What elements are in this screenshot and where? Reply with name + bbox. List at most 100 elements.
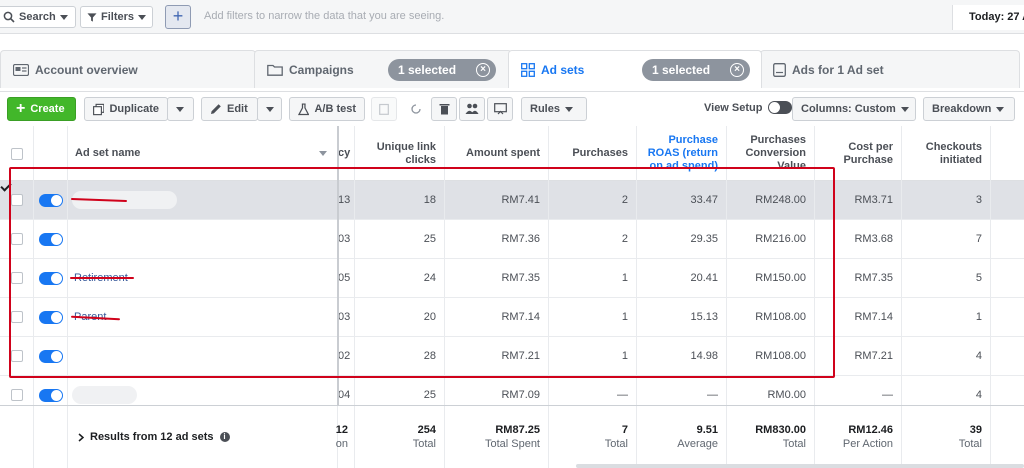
chevron-down-icon [266,106,274,112]
refresh-button[interactable] [403,97,429,121]
cell-value: 25 [423,233,436,245]
select-all-checkbox[interactable] [10,147,23,160]
edit-button[interactable]: Edit [201,97,258,121]
select-all-cell [0,126,34,181]
cell-value: 20.41 [690,272,718,284]
campaigns-selected-pill[interactable]: 1 selected × [388,59,496,81]
row-checkbox[interactable] [10,233,23,245]
row-checkbox[interactable] [10,272,23,284]
header-name[interactable]: Ad set name [68,126,338,181]
create-label: Create [30,103,65,115]
cell-value: 15.13 [690,311,718,323]
ad-set-name-cell[interactable] [68,220,338,258]
view-setup-toggle[interactable] [768,101,793,114]
totals-roas: 9.51 Average [637,406,727,468]
redacted-name [72,386,137,404]
row-checkbox[interactable] [10,389,23,401]
header-frequency[interactable]: cy [338,126,355,181]
rules-button[interactable]: Rules [521,97,587,121]
duplicate-button[interactable]: Duplicate [84,97,168,121]
columns-button[interactable]: Columns: Custom [792,97,916,121]
cell-value: RM7.35 [501,272,540,284]
cell-roas: 14.98 [637,337,727,375]
cell-roas: 20.41 [637,259,727,297]
table-row[interactable]: 02 28 RM7.21 1 14.98 RM108.00 RM7.21 4 [0,337,1024,376]
ad-set-toggle[interactable] [38,271,63,285]
header-checkouts[interactable]: Checkouts initiated [902,126,991,181]
horizontal-scrollbar[interactable] [576,464,1024,468]
delete-button[interactable] [431,97,457,121]
cell-value: 4 [975,389,982,401]
cell-value: — [707,389,718,401]
chevron-down-icon [900,106,909,112]
table-row[interactable]: Retirement0524RM7.35120.41RM150.00RM7.35… [0,259,1024,298]
ad-sets-selected-pill[interactable]: 1 selected × [642,59,750,81]
breakdown-button[interactable]: Breakdown [923,97,1015,121]
flask-icon [298,102,310,115]
cell-freq: 02 [338,337,355,375]
cell-purchases: 2 [549,220,637,258]
total-caption: Average [677,438,718,450]
clipboard-button[interactable] [371,97,397,121]
header-unique-link-clicks[interactable]: Unique link clicks [355,126,445,181]
cell-value: RM216.00 [755,233,806,245]
table-header: Ad set name cy Unique link clicks Amount… [0,126,1024,181]
rules-label: Rules [530,103,560,115]
cell-value: 5 [975,272,982,284]
view-setup[interactable]: View Setup [704,101,793,114]
tab-campaigns[interactable]: Campaigns 1 selected × [254,50,512,88]
filters-button[interactable]: Filters [80,6,153,28]
tab-ads[interactable]: Ads for 1 Ad set [760,50,1020,88]
filter-hint: Add filters to narrow the data that you … [204,10,445,22]
search-button[interactable]: Search [0,6,76,28]
header-purchase-roas[interactable]: Purchase ROAS (return on ad spend) [637,126,727,181]
audience-button[interactable] [459,97,485,121]
cell-value: 14.98 [690,350,718,362]
header-amount-spent[interactable]: Amount spent [445,126,549,181]
edit-dropdown-button[interactable] [257,97,282,121]
cell-value: 3 [975,194,982,206]
totals-empty [34,406,68,468]
ad-set-toggle[interactable] [38,388,63,402]
close-icon[interactable]: × [730,63,744,77]
row-toggle-cell [34,220,68,258]
table-row[interactable]: 03 25 RM7.36 2 29.35 RM216.00 RM3.68 7 [0,220,1024,259]
create-button[interactable]: + Create [7,97,76,121]
row-checkbox[interactable] [10,311,23,323]
ad-set-toggle[interactable] [38,310,63,324]
row-checkbox[interactable] [10,350,23,362]
header-purchases[interactable]: Purchases [549,126,637,181]
chevron-down-icon [176,106,184,112]
preview-button[interactable] [487,97,513,121]
ab-test-label: A/B test [314,103,356,115]
tab-account-overview[interactable]: Account overview [0,50,256,88]
cell-value: 24 [423,272,436,284]
cell-value: 13 [338,194,351,206]
cell-spent: RM7.41 [445,181,549,219]
close-icon[interactable]: × [476,63,490,77]
ad-set-name-cell[interactable] [68,337,338,375]
date-range-button[interactable]: Today: 27 A [952,5,1024,30]
add-filter-button[interactable]: + [165,5,191,29]
toggle-header [34,126,68,181]
header-conversion-value[interactable]: Purchases Conversion Value [727,126,815,181]
chevron-down-icon [138,14,146,20]
row-checkbox[interactable] [10,194,23,206]
cell-value: RM7.35 [854,272,893,284]
duplicate-dropdown-button[interactable] [167,97,194,121]
filter-icon [87,12,97,22]
totals-label-cell[interactable]: Results from 12 ad sets i [68,406,338,468]
ab-test-button[interactable]: A/B test [289,97,365,121]
cell-value: RM150.00 [727,259,815,297]
header-cost-per-purchase[interactable]: Cost per Purchase [815,126,902,181]
table-row[interactable]: Parent0320RM7.14115.13RM108.00RM7.141 [0,298,1024,337]
table-row[interactable]: Pekerjaan1318RM7.41233.47RM248.00RM3.713 [0,181,1024,220]
cell-value: 03 [338,311,351,323]
tab-ad-sets[interactable]: Ad sets 1 selected × [508,50,762,88]
ad-set-toggle[interactable] [38,232,63,246]
cell-roas: 33.47 [637,181,727,219]
ad-set-toggle[interactable] [38,349,63,363]
cell-value: RM7.41 [501,194,540,206]
info-icon[interactable]: i [219,432,230,442]
ad-set-toggle[interactable] [38,193,63,207]
